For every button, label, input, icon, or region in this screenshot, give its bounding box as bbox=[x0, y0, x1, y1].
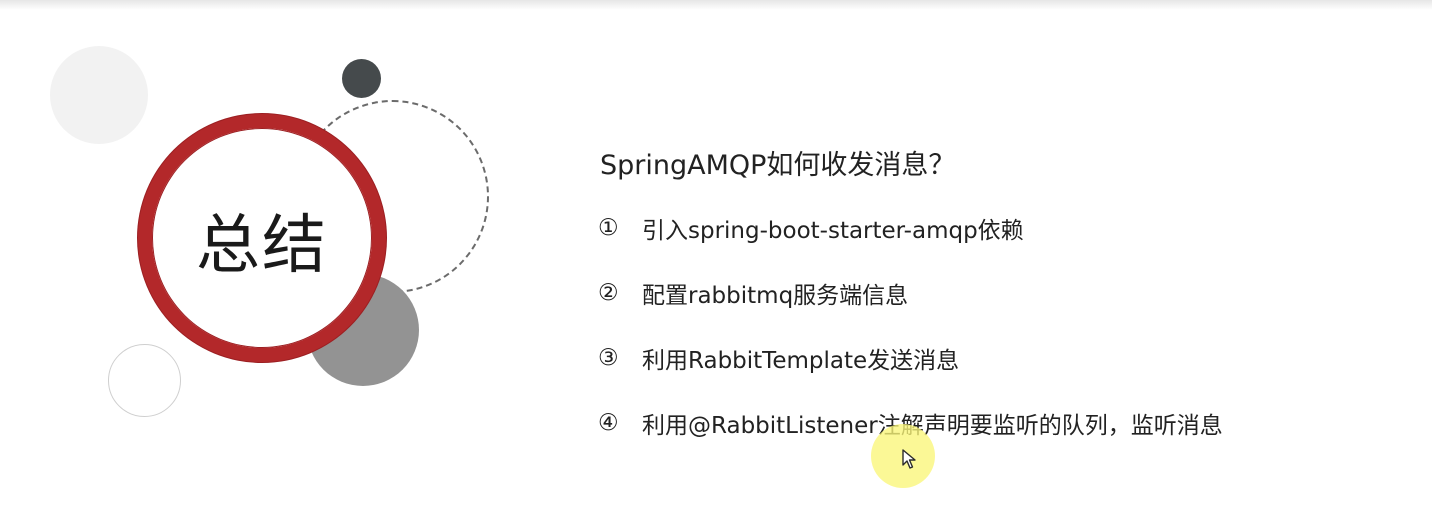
top-edge-shadow bbox=[0, 0, 1432, 10]
list-item: ① 引入spring-boot-starter-amqp依赖 bbox=[598, 208, 1223, 248]
list-item-text: 利用RabbitTemplate发送消息 bbox=[642, 348, 960, 374]
question-heading: SpringAMQP如何收发消息？ bbox=[600, 150, 956, 181]
list-item-number: ④ bbox=[598, 410, 619, 436]
list-item-number: ② bbox=[598, 280, 619, 306]
summary-badge: 总结 bbox=[138, 114, 386, 362]
decorative-dark-circle bbox=[342, 59, 381, 98]
list-item: ③ 利用RabbitTemplate发送消息 bbox=[598, 338, 1223, 378]
list-item-text: 引入spring-boot-starter-amqp依赖 bbox=[642, 218, 1024, 244]
list-item-text: 配置rabbitmq服务端信息 bbox=[642, 283, 909, 309]
decorative-light-circle bbox=[50, 46, 148, 144]
list-item-number: ① bbox=[598, 215, 619, 241]
mouse-pointer-icon bbox=[902, 449, 916, 469]
slide-canvas: 总结 SpringAMQP如何收发消息？ ① 引入spring-boot-sta… bbox=[0, 0, 1432, 510]
list-item-text: 利用@RabbitListener注解声明要监听的队列，监听消息 bbox=[642, 413, 1223, 439]
summary-title: 总结 bbox=[196, 209, 328, 283]
list-item-number: ③ bbox=[598, 345, 619, 371]
decorative-outline-circle bbox=[108, 344, 181, 417]
list-item: ② 配置rabbitmq服务端信息 bbox=[598, 273, 1223, 313]
